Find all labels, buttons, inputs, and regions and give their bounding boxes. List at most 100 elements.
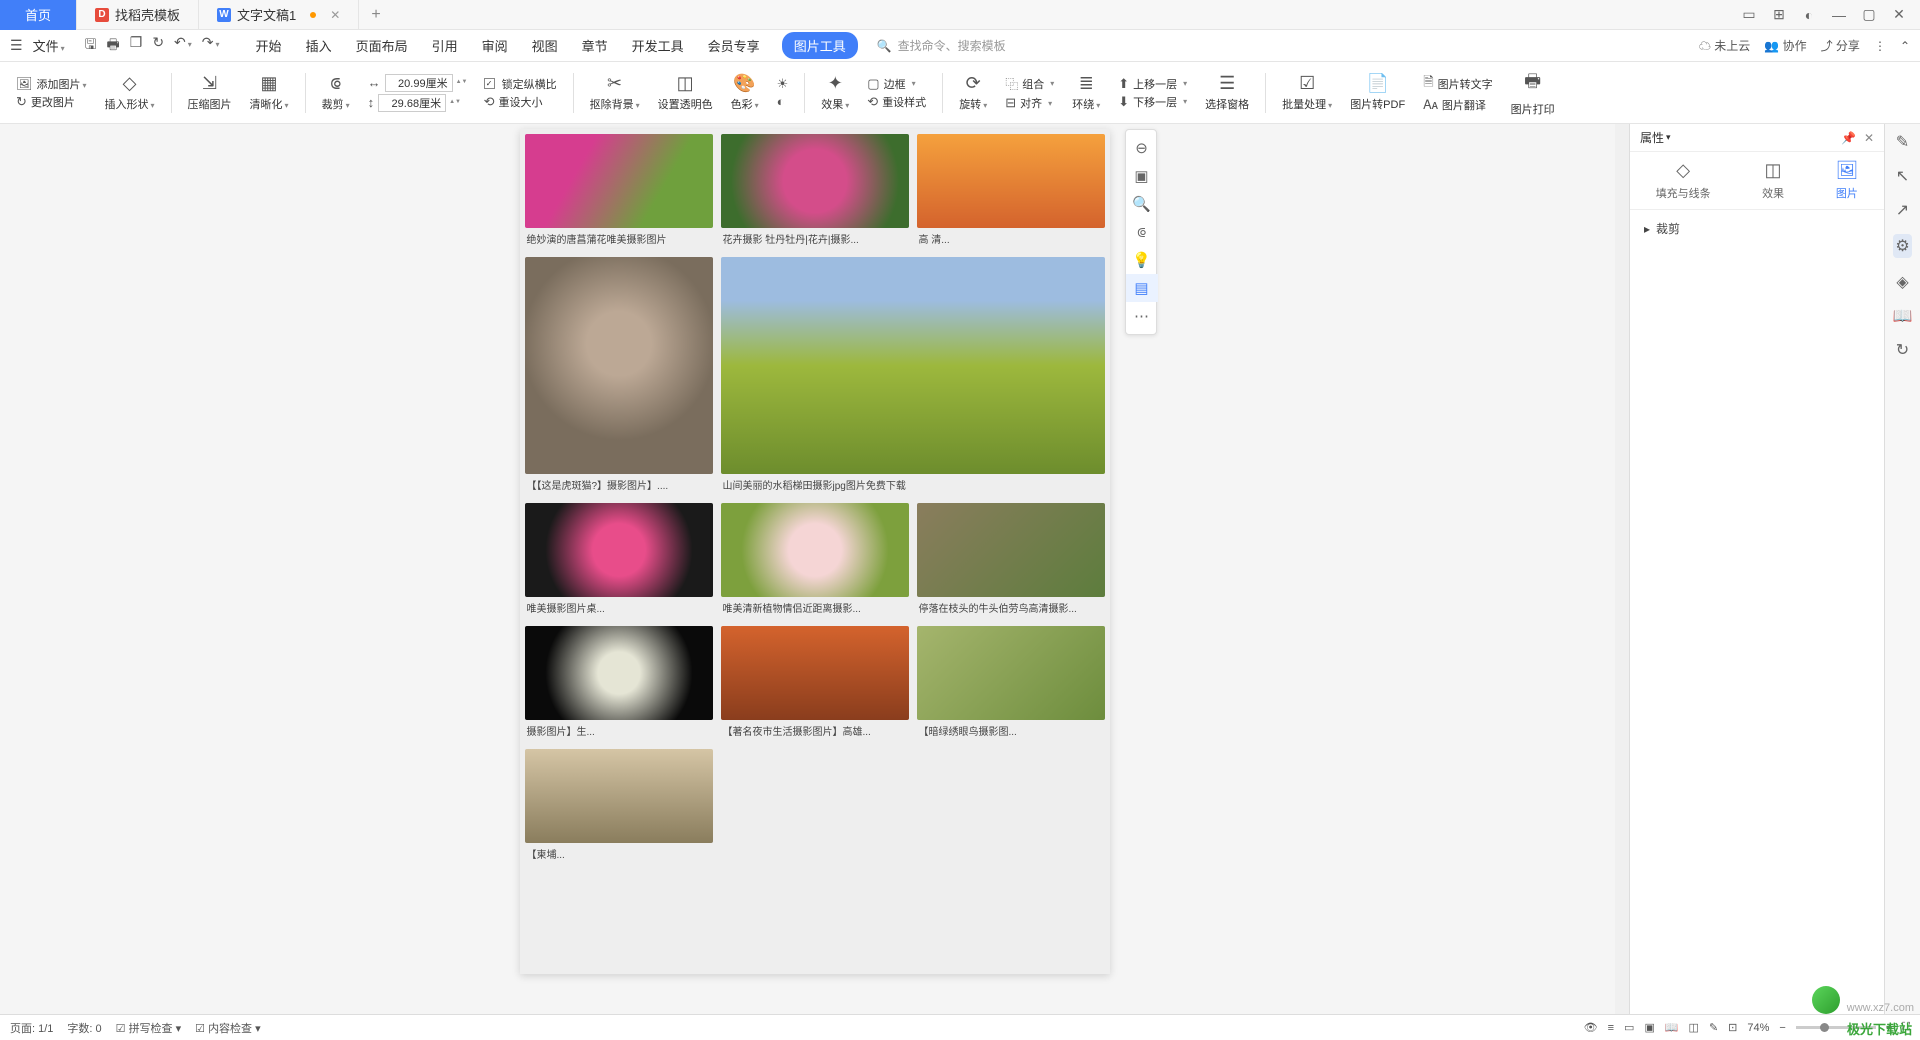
- tab-view[interactable]: 视图: [530, 32, 560, 59]
- panel-tab-picture[interactable]: 🖼图片: [1835, 160, 1858, 201]
- layout2-icon[interactable]: ⊞: [1770, 6, 1788, 24]
- maximize-icon[interactable]: ▢: [1860, 6, 1878, 24]
- to-pdf-button[interactable]: 📄图片转PDF: [1344, 64, 1411, 122]
- change-picture-button[interactable]: ↻更改图片: [16, 94, 87, 110]
- to-text-button[interactable]: 🗎图片转文字: [1423, 73, 1492, 95]
- view2-icon[interactable]: ▭: [1624, 1021, 1634, 1034]
- reset-size-button[interactable]: ⟲重设大小: [484, 94, 557, 110]
- share-button[interactable]: ⤴ 分享: [1821, 37, 1860, 54]
- translate-button[interactable]: 🗛图片翻译: [1423, 97, 1492, 113]
- brightness-button[interactable]: ☀: [777, 76, 789, 92]
- combine-button[interactable]: ⿻组合: [1005, 74, 1054, 93]
- cloud-status[interactable]: ☁ 未上云: [1699, 37, 1750, 54]
- crop-section[interactable]: ▸裁剪: [1644, 220, 1870, 237]
- print-button[interactable]: 🖶图片打印: [1505, 64, 1561, 122]
- page-indicator[interactable]: 页面: 1/1: [10, 1020, 53, 1036]
- pin-icon[interactable]: 📌: [1841, 131, 1856, 145]
- tab-review[interactable]: 审阅: [480, 32, 510, 59]
- fit-icon[interactable]: ⊡: [1728, 1021, 1737, 1034]
- wrap-button[interactable]: ≣环绕: [1066, 64, 1106, 122]
- template-tab[interactable]: D 找稻壳模板: [77, 0, 199, 30]
- panel-tab-fill[interactable]: ◇填充与线条: [1656, 160, 1711, 201]
- border-button[interactable]: ▢边框: [867, 76, 926, 92]
- width-input[interactable]: 20.99厘米: [385, 74, 453, 92]
- color-button[interactable]: 🎨色彩: [725, 64, 765, 122]
- tab-pagelayout[interactable]: 页面布局: [354, 32, 410, 59]
- crop-tool-icon[interactable]: ⟃: [1126, 218, 1158, 246]
- focus-icon[interactable]: ✎: [1709, 1021, 1718, 1034]
- layout1-icon[interactable]: ▭: [1740, 6, 1758, 24]
- transparent-button[interactable]: ◫设置透明色: [652, 64, 719, 122]
- word-count[interactable]: 字数: 0: [67, 1020, 101, 1036]
- save-icon[interactable]: 🖫: [85, 34, 97, 58]
- document-page[interactable]: 绝妙演的唐菖蒲花唯美摄影图片 花卉摄影 牡丹牡丹|花卉|摄影... 高 清...…: [520, 129, 1110, 974]
- view1-icon[interactable]: ≡: [1608, 1022, 1614, 1034]
- tab-picture-tools[interactable]: 图片工具: [782, 32, 858, 59]
- idea-icon[interactable]: 💡: [1126, 246, 1158, 274]
- up-layer-button[interactable]: ⬆上移一层: [1118, 76, 1187, 92]
- lock-ratio-checkbox[interactable]: ✓锁定纵横比: [484, 76, 557, 92]
- refresh-icon[interactable]: ↻: [152, 34, 164, 58]
- fit-icon[interactable]: ▣: [1126, 162, 1158, 190]
- select-icon[interactable]: ↖: [1896, 166, 1909, 186]
- insert-shape-button[interactable]: ◇插入形状: [99, 64, 161, 122]
- tab-start[interactable]: 开始: [254, 32, 284, 59]
- close-window-icon[interactable]: ✕: [1890, 6, 1908, 24]
- settings-icon[interactable]: ⚙: [1893, 234, 1911, 258]
- dropdown-icon[interactable]: ▾: [1666, 132, 1671, 143]
- close-panel-icon[interactable]: ✕: [1864, 131, 1874, 145]
- zoom-out-icon[interactable]: ⊖: [1126, 134, 1158, 162]
- backup-icon[interactable]: ↻: [1896, 340, 1909, 360]
- clarity-button[interactable]: ▦清晰化: [244, 64, 295, 122]
- layers-icon[interactable]: ◈: [1896, 272, 1908, 292]
- effect-button[interactable]: ✦效果: [815, 64, 855, 122]
- view5-icon[interactable]: ◫: [1689, 1021, 1699, 1034]
- add-picture-button[interactable]: 🖼添加图片: [16, 76, 87, 92]
- document-tab[interactable]: W 文字文稿1 ✕: [199, 0, 359, 30]
- undo-icon[interactable]: ↶: [174, 34, 192, 58]
- compress-button[interactable]: ⇲压缩图片: [182, 64, 238, 122]
- panel-tab-effect[interactable]: ◫效果: [1762, 160, 1784, 201]
- redo-icon[interactable]: ↷: [202, 34, 220, 58]
- wrap-mode-icon[interactable]: ▤: [1126, 274, 1158, 302]
- rotate-button[interactable]: ⟳旋转: [953, 64, 993, 122]
- inserted-image[interactable]: 绝妙演的唐菖蒲花唯美摄影图片 花卉摄影 牡丹牡丹|花卉|摄影... 高 清...…: [520, 129, 1110, 974]
- more-icon[interactable]: ⋮: [1874, 39, 1886, 53]
- home-tab[interactable]: 首页: [0, 0, 77, 30]
- skin-icon[interactable]: ◐: [1800, 6, 1818, 24]
- remove-bg-button[interactable]: ✂抠除背景: [584, 64, 646, 122]
- view4-icon[interactable]: 📖: [1665, 1021, 1679, 1034]
- spellcheck-toggle[interactable]: ☑ 拼写检查 ▾: [116, 1020, 182, 1036]
- zoom-minus-icon[interactable]: −: [1779, 1022, 1785, 1034]
- minimize-icon[interactable]: —: [1830, 6, 1848, 24]
- select2-icon[interactable]: ↗: [1896, 200, 1909, 220]
- reset-style-button[interactable]: ⟲重设样式: [867, 94, 926, 110]
- command-search[interactable]: 🔍 查找命令、搜索模板: [877, 37, 1006, 54]
- eye-icon[interactable]: 👁: [1584, 1021, 1598, 1034]
- print-icon[interactable]: 🖶: [107, 34, 120, 58]
- coop-button[interactable]: 👥 协作: [1764, 37, 1806, 54]
- width-spinner[interactable]: ▲▼: [456, 79, 466, 86]
- style-icon[interactable]: ✎: [1896, 132, 1909, 152]
- align-button[interactable]: ⊟对齐: [1005, 95, 1054, 111]
- selection-pane-button[interactable]: ☰选择窗格: [1199, 64, 1255, 122]
- collapse-ribbon-icon[interactable]: ⌃: [1900, 39, 1910, 53]
- more-tools-icon[interactable]: ⋯: [1126, 302, 1158, 330]
- crop-button[interactable]: ⟃裁剪: [316, 64, 356, 122]
- file-menu[interactable]: 文件: [33, 36, 65, 55]
- tab-reference[interactable]: 引用: [430, 32, 460, 59]
- preview-icon[interactable]: ❐: [130, 34, 143, 58]
- canvas-area[interactable]: 绝妙演的唐菖蒲花唯美摄影图片 花卉摄影 牡丹牡丹|花卉|摄影... 高 清...…: [0, 124, 1629, 1014]
- batch-button[interactable]: ☑批量处理: [1276, 64, 1338, 122]
- zoom-value[interactable]: 74%: [1747, 1022, 1769, 1034]
- zoom-in-icon[interactable]: 🔍: [1126, 190, 1158, 218]
- height-spinner[interactable]: ▲▼: [449, 99, 459, 106]
- vertical-scrollbar[interactable]: [1615, 124, 1629, 1014]
- tab-devtools[interactable]: 开发工具: [630, 32, 686, 59]
- tab-vip[interactable]: 会员专享: [706, 32, 762, 59]
- hamburger-icon[interactable]: ☰: [10, 37, 23, 54]
- tab-chapter[interactable]: 章节: [580, 32, 610, 59]
- height-input[interactable]: 29.68厘米: [378, 94, 446, 112]
- add-tab-button[interactable]: +: [359, 6, 392, 24]
- down-layer-button[interactable]: ⬇下移一层: [1118, 94, 1187, 110]
